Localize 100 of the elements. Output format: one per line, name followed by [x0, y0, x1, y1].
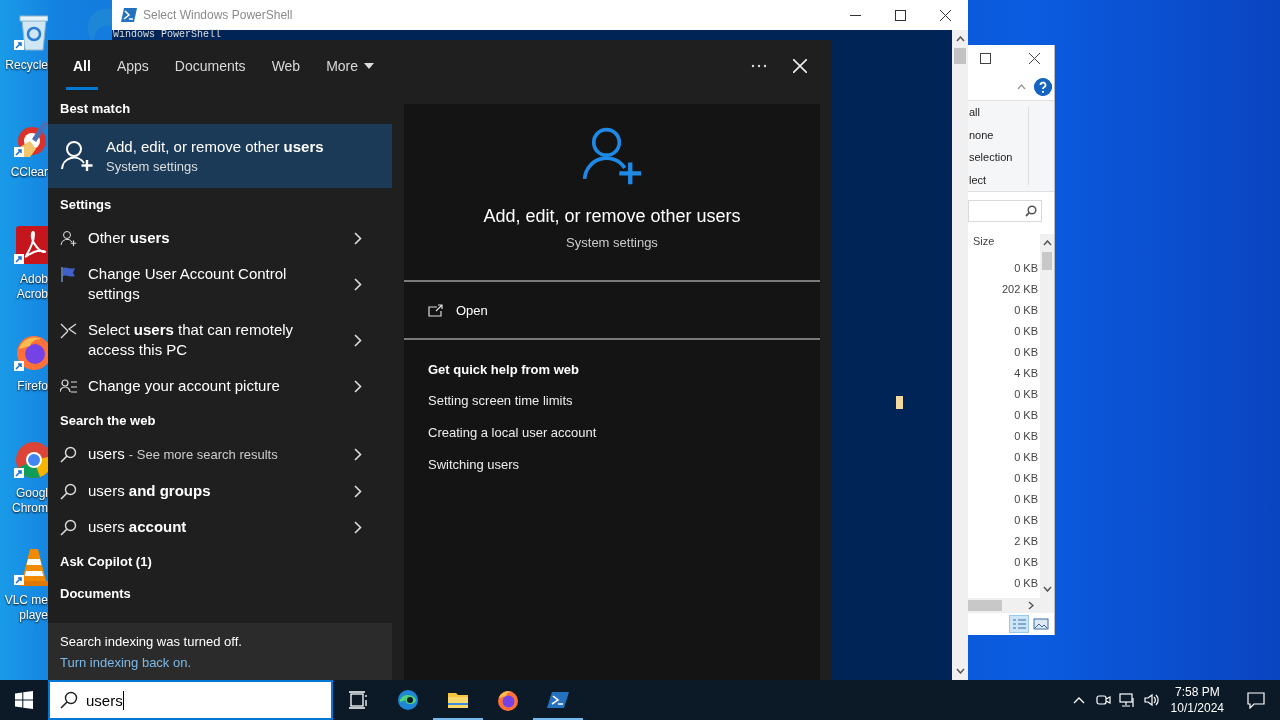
section-heading: Settings: [59, 195, 113, 214]
maximize-icon: [895, 9, 906, 21]
scrollbar[interactable]: [968, 598, 1054, 613]
close-icon: [940, 9, 951, 21]
file-size: 0 KB: [1013, 345, 1039, 360]
result-title: Other users: [88, 229, 170, 246]
file-size: 0 KB: [1013, 303, 1039, 318]
task-view-icon: [346, 688, 370, 712]
console-text: Windows PowerShell: [112, 30, 223, 40]
clock-date: 10/1/2024: [1170, 700, 1224, 716]
result-item[interactable]: Select users that can remotely access this PC: [48, 312, 392, 368]
open-button[interactable]: Open: [404, 282, 820, 338]
file-size: 0 KB: [1013, 471, 1039, 486]
file-size: 0 KB: [1013, 513, 1039, 528]
file-size: 0 KB: [1013, 555, 1039, 570]
search-field[interactable]: [968, 200, 1042, 222]
chevron-right-icon[interactable]: [354, 333, 362, 347]
chevron-right-icon[interactable]: [354, 520, 362, 534]
scroll-up-icon[interactable]: [1042, 240, 1052, 246]
result-item[interactable]: Other users: [48, 220, 392, 256]
icon-label: Adob: [18, 272, 48, 287]
icon-label: Googl: [14, 486, 48, 501]
search-field[interactable]: users: [48, 680, 333, 720]
result-item[interactable]: users - See more search results: [48, 436, 392, 473]
scroll-up-icon[interactable]: [955, 36, 965, 42]
section-heading: Best match: [59, 99, 132, 118]
clock[interactable]: 7:58 PM 10/1/2024: [1162, 684, 1232, 716]
preview-subtitle: System settings: [566, 235, 658, 250]
result-title: Add, edit, or remove other users: [106, 138, 324, 155]
file-size: 0 KB: [1013, 429, 1039, 444]
ribbon-command[interactable]: selection: [968, 151, 1028, 164]
icon-label: Acrob: [15, 287, 48, 302]
thumbnail-view-icon[interactable]: [1032, 616, 1050, 632]
chevron-right-icon[interactable]: [354, 231, 362, 245]
tab[interactable]: Documents: [161, 40, 259, 92]
pdf-icon[interactable]: [14, 224, 48, 266]
scroll-thumb[interactable]: [1042, 252, 1052, 270]
network-icon[interactable]: [1118, 692, 1135, 708]
tab[interactable]: All: [60, 40, 104, 92]
ribbon-command[interactable]: lect: [968, 173, 1028, 186]
tab[interactable]: Web: [258, 40, 314, 92]
icon-label: CClear: [9, 165, 48, 180]
user-add-icon: [60, 139, 94, 173]
file-size: 0 KB: [1013, 576, 1039, 591]
tab[interactable]: More: [313, 40, 388, 92]
notice-text: Search indexing was turned off.: [60, 633, 243, 649]
tab[interactable]: Apps: [103, 40, 162, 92]
help-icon[interactable]: [1034, 77, 1052, 96]
file-size: 2 KB: [1013, 534, 1039, 549]
scroll-down-icon[interactable]: [955, 668, 965, 674]
notice-link[interactable]: Turn indexing back on.: [60, 654, 392, 670]
result-item[interactable]: users account: [48, 509, 392, 545]
file-size: 202 KB: [1000, 282, 1039, 297]
text-cursor: [896, 396, 903, 409]
result-subtitle: System settings: [106, 159, 199, 174]
file-size: 0 KB: [1013, 324, 1039, 339]
open-icon: [428, 303, 443, 317]
result-item[interactable]: Change your account picture: [48, 368, 392, 404]
result-item[interactable]: users and groups: [48, 473, 392, 509]
edge-icon: [396, 688, 420, 712]
result-title: Change your account picture: [88, 377, 280, 394]
camera-icon[interactable]: [1094, 692, 1111, 708]
close-button[interactable]: [1029, 52, 1040, 66]
ellipsis-icon: [751, 64, 767, 68]
collapse-caret-icon[interactable]: [1017, 83, 1026, 90]
section-heading: Documents: [59, 584, 132, 603]
chevron-right-icon[interactable]: [354, 277, 362, 291]
remote-access-icon: [60, 322, 77, 339]
help-link[interactable]: Setting screen time limits: [428, 393, 820, 425]
scrollbar[interactable]: [952, 30, 968, 680]
chevron-right-icon[interactable]: [354, 448, 362, 461]
result-item[interactable]: Add, edit, or remove other users System settings: [48, 124, 392, 188]
text-cursor: [122, 690, 124, 710]
file-size: 0 KB: [1013, 450, 1039, 465]
windows-logo-icon: [15, 691, 33, 709]
ribbon-command[interactable]: none: [968, 128, 1028, 141]
scroll-right-icon[interactable]: [1028, 601, 1034, 610]
help-heading: Get quick help from web: [428, 362, 580, 377]
scroll-thumb[interactable]: [954, 48, 966, 64]
ribbon-command[interactable]: all: [968, 106, 1028, 119]
chevron-right-icon[interactable]: [354, 379, 362, 393]
search-icon: [60, 446, 77, 463]
maximize-icon: [980, 52, 991, 64]
message-icon: [1247, 691, 1265, 709]
scroll-thumb[interactable]: [968, 600, 1002, 611]
icon-label: VLC me: [3, 593, 48, 608]
search-icon: [60, 519, 77, 536]
file-size: 0 KB: [1013, 387, 1039, 402]
maximize-button[interactable]: [980, 52, 991, 66]
chevron-right-icon[interactable]: [354, 484, 362, 498]
help-link[interactable]: Switching users: [428, 457, 820, 489]
scroll-down-icon[interactable]: [1042, 586, 1052, 592]
help-link[interactable]: Creating a local user account: [428, 425, 820, 457]
column-header[interactable]: Size: [968, 234, 1040, 258]
scrollbar[interactable]: [1040, 234, 1054, 598]
icon-label: Chrom: [11, 501, 48, 516]
result-item[interactable]: Change User Account Control settings: [48, 256, 392, 312]
firefox-icon: [496, 688, 520, 712]
result-title: users: [88, 445, 125, 462]
volume-icon[interactable]: [1142, 692, 1159, 708]
